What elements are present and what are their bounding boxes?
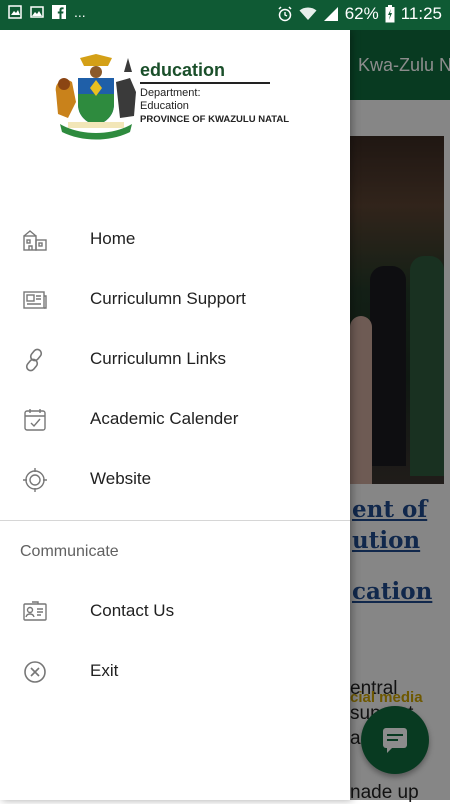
image-notification-icon: [8, 5, 22, 19]
drawer-header: education Department: Education PROVINCE…: [42, 30, 308, 200]
menu-item-home[interactable]: Home: [0, 210, 350, 270]
alarm-icon: [278, 6, 292, 22]
menu-item-label: Curriculumn Support: [90, 289, 246, 308]
menu-item-label: Curriculumn Links: [90, 349, 227, 368]
menu-item-label: Home: [90, 229, 136, 248]
home-building-icon: [23, 230, 47, 251]
wifi-icon: [299, 7, 317, 20]
menu-item-label: Website: [90, 469, 152, 488]
gallery-notification-icon: [30, 6, 44, 18]
facebook-notification-icon: [52, 5, 66, 19]
section-title-communicate: Communicate: [20, 543, 119, 560]
logo-department-text: Department:: [140, 87, 201, 99]
kzn-coat-of-arms-logo: [55, 54, 136, 140]
more-notifications: ...: [74, 4, 86, 20]
menu-item-label: Contact Us: [90, 601, 175, 620]
logo-education-text: Education: [140, 100, 189, 112]
web-target-icon: [23, 468, 47, 492]
calendar-icon: [24, 409, 46, 431]
wordmark-rule: [140, 82, 270, 84]
menu-item-exit[interactable]: Exit: [0, 642, 350, 702]
clock-time: 11:25: [400, 4, 442, 23]
link-icon: [25, 348, 43, 372]
status-bar: ... 62% 11:25: [0, 0, 450, 30]
signal-icon: [323, 7, 338, 21]
menu-item-curriculum-links[interactable]: Curriculumn Links: [0, 330, 350, 390]
close-circle-icon: [24, 661, 46, 683]
menu-item-label: Academic Calender: [90, 409, 239, 428]
menu-item-contact-us[interactable]: Contact Us: [0, 582, 350, 642]
drawer-divider: [0, 520, 350, 521]
menu-item-website[interactable]: Website: [0, 450, 350, 510]
contact-card-icon: [23, 601, 47, 621]
menu-item-academic-calendar[interactable]: Academic Calender: [0, 390, 350, 450]
menu-item-curriculum-support[interactable]: Curriculumn Support: [0, 270, 350, 330]
battery-percent: 62%: [344, 4, 379, 23]
logo-province-text: PROVINCE OF KWAZULU NATAL: [140, 114, 289, 125]
battery-charging-icon: [385, 5, 395, 23]
navigation-drawer: education Department: Education PROVINCE…: [0, 30, 350, 800]
newspaper-icon: [23, 291, 47, 309]
education-wordmark: education: [140, 60, 226, 80]
menu-item-label: Exit: [90, 661, 119, 680]
